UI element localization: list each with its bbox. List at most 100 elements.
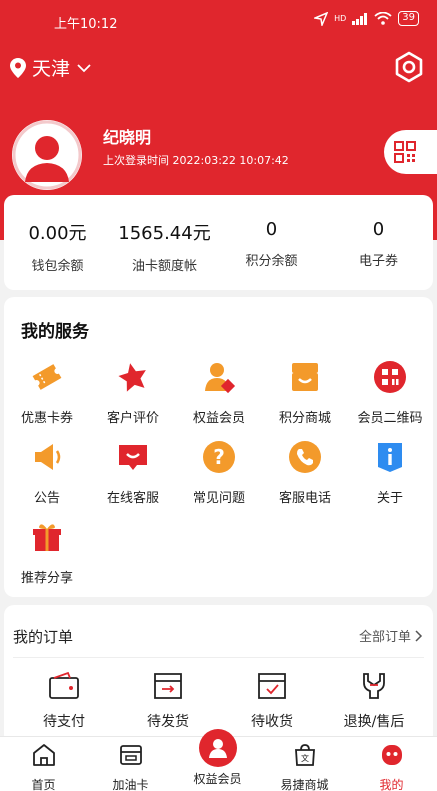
- orders-divider: [13, 657, 424, 658]
- order-label: 待发货: [147, 714, 189, 730]
- tab-label: 加油卡: [112, 778, 149, 791]
- service-label: 关于: [376, 491, 403, 506]
- gift-icon: [33, 524, 61, 551]
- service-refer-share[interactable]: 推荐分享: [4, 519, 90, 586]
- home-icon: [32, 744, 55, 766]
- chevron-down-icon: [77, 63, 91, 72]
- city-name: 天津: [32, 58, 71, 80]
- box-check-icon: [258, 673, 286, 699]
- phone-icon: [289, 441, 321, 473]
- megaphone-icon: [35, 444, 61, 470]
- avatar[interactable]: [12, 120, 82, 190]
- service-label: 推荐分享: [20, 571, 73, 586]
- battery-icon: 39: [398, 11, 419, 26]
- service-coupons[interactable]: 优惠卡券: [4, 359, 90, 426]
- order-label: 待收货: [251, 714, 293, 730]
- member-icon: [205, 363, 236, 394]
- services-card: 我的服务 优惠卡券 客户评价 权益会员 积分商城 会员二维码 公告 在线客服 ?…: [4, 297, 433, 597]
- info-icon: [378, 443, 402, 472]
- member-icon: [198, 729, 237, 767]
- order-returns[interactable]: 退换/售后: [322, 671, 426, 731]
- qr-code-button[interactable]: [384, 130, 437, 174]
- ticket-icon: [32, 364, 62, 390]
- settings-button[interactable]: [391, 49, 427, 85]
- balance-label: 积分余额: [245, 254, 298, 269]
- balance-value: 0: [265, 219, 278, 240]
- service-label: 会员二维码: [357, 411, 423, 426]
- service-label: 积分商城: [278, 411, 331, 426]
- user-name: 纪晓明: [103, 128, 152, 147]
- box-send-icon: [154, 673, 182, 699]
- last-login-time: 上次登录时间 2022:03:22 10:07:42: [103, 154, 289, 167]
- qr-code-icon: [394, 141, 416, 163]
- signal-icon: [352, 12, 368, 25]
- svg-text:?: ?: [213, 445, 225, 469]
- balance-wallet[interactable]: 0.00元 钱包余额: [4, 219, 111, 274]
- network-label: HD: [334, 14, 347, 23]
- chat-icon: [119, 445, 147, 470]
- services-title: 我的服务: [21, 322, 89, 342]
- service-faq[interactable]: ? 常见问题: [176, 439, 262, 506]
- service-label: 在线客服: [106, 491, 159, 506]
- balance-label: 油卡额度帐: [131, 259, 197, 274]
- status-icons: HD 39: [314, 11, 419, 26]
- city-selector[interactable]: 天津: [10, 54, 92, 81]
- tab-home[interactable]: 首页: [0, 737, 87, 791]
- balance-value: 0: [372, 219, 385, 240]
- star-icon: [118, 363, 146, 392]
- card-icon: [119, 745, 142, 765]
- tab-label: 易捷商城: [280, 778, 329, 791]
- service-points-mall[interactable]: 积分商城: [262, 359, 348, 426]
- service-label: 优惠卡券: [20, 411, 73, 426]
- shop-bag-icon: 文: [294, 744, 315, 766]
- svg-text:文: 文: [301, 753, 309, 763]
- service-label: 公告: [33, 491, 60, 506]
- order-pending-receipt[interactable]: 待收货: [220, 671, 324, 731]
- service-label: 权益会员: [192, 411, 245, 426]
- wifi-icon: [374, 12, 392, 25]
- service-announcement[interactable]: 公告: [4, 439, 90, 506]
- profile-icon: [381, 745, 402, 765]
- qr-code-icon: [374, 361, 406, 393]
- user-silhouette-icon: [12, 120, 82, 190]
- balance-value: 1565.44元: [118, 223, 211, 244]
- chevron-right-icon: [415, 629, 423, 642]
- all-orders-link[interactable]: 全部订单: [359, 626, 423, 645]
- bottom-tab-bar: 首页 加油卡 权益会员 文 易捷商城 我的: [0, 729, 437, 791]
- wallet-icon: [49, 671, 79, 699]
- orders-title: 我的订单: [13, 628, 74, 646]
- order-pending-payment[interactable]: 待支付: [12, 671, 116, 731]
- tab-mall[interactable]: 文 易捷商城: [261, 737, 348, 791]
- status-bar: 上午10:12 HD 39: [0, 0, 437, 40]
- balance-label: 电子券: [358, 254, 398, 269]
- store-icon: [292, 363, 318, 391]
- service-member-qr[interactable]: 会员二维码: [347, 359, 433, 426]
- order-label: 退换/售后: [343, 714, 405, 730]
- order-pending-shipment[interactable]: 待发货: [116, 671, 220, 731]
- balance-points[interactable]: 0 积分余额: [218, 219, 325, 269]
- service-about[interactable]: 关于: [347, 439, 433, 506]
- balance-value: 0.00元: [28, 223, 87, 244]
- status-time: 上午10:12: [54, 17, 118, 32]
- service-online-support[interactable]: 在线客服: [90, 439, 176, 506]
- service-reviews[interactable]: 客户评价: [90, 359, 176, 426]
- orders-card: 我的订单 全部订单 待支付 待发货 待收货 退换/售后: [4, 605, 433, 745]
- order-label: 待支付: [43, 714, 85, 730]
- tab-label: 我的: [379, 778, 404, 791]
- balance-card: 0.00元 钱包余额 1565.44元 油卡额度帐 0 积分余额 0 电子券: [4, 195, 433, 290]
- question-icon: ?: [203, 441, 235, 473]
- balance-fuel-card[interactable]: 1565.44元 油卡额度帐: [111, 219, 218, 274]
- all-orders-label: 全部订单: [358, 630, 411, 645]
- location-arrow-icon: [314, 11, 329, 26]
- balance-label: 钱包余额: [31, 259, 84, 274]
- tab-mine[interactable]: 我的: [348, 737, 435, 791]
- wrench-icon: [363, 673, 385, 699]
- service-hotline[interactable]: 客服电话: [262, 439, 348, 506]
- tab-label: 首页: [31, 778, 56, 791]
- tab-membership[interactable]: 权益会员: [174, 729, 261, 791]
- map-pin-icon: [10, 57, 26, 78]
- service-label: 客服电话: [278, 491, 331, 506]
- balance-coupons[interactable]: 0 电子券: [325, 219, 432, 269]
- service-membership[interactable]: 权益会员: [176, 359, 262, 426]
- tab-fuel-card[interactable]: 加油卡: [87, 737, 174, 791]
